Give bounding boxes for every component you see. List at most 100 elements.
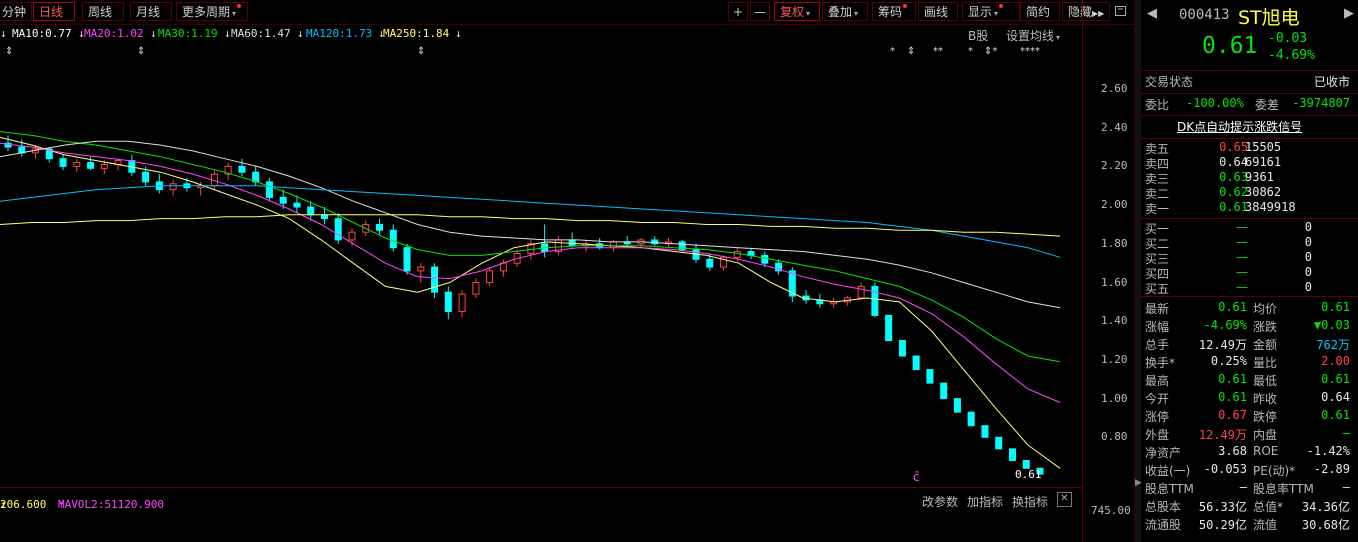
candle[interactable]	[857, 282, 865, 300]
event-marker-icon[interactable]: ⇕	[907, 46, 915, 57]
candle[interactable]	[995, 436, 1003, 450]
candle[interactable]	[967, 411, 975, 427]
candle[interactable]	[472, 278, 480, 298]
candle[interactable]	[885, 314, 893, 342]
close-icon[interactable]: ✕	[1057, 492, 1072, 507]
stat-value: 56.33亿	[1198, 500, 1247, 514]
order-book-buy-row[interactable]: 买三 —0	[1141, 250, 1358, 266]
candle[interactable]	[926, 369, 934, 384]
candle[interactable]	[788, 267, 796, 302]
tab-monthly[interactable]: 月线	[130, 2, 172, 21]
candle[interactable]	[802, 290, 810, 304]
candle[interactable]	[155, 174, 163, 194]
stat-label: 内盘	[1253, 428, 1278, 442]
event-marker-icon[interactable]: ****	[1020, 46, 1040, 57]
order-book-sell-row[interactable]: 卖三 0.63 9361	[1141, 170, 1358, 186]
quote-stat-row: 涨幅 -4.69% 涨跌 ▼0.03	[1141, 318, 1358, 335]
order-book-buy-row[interactable]: 买五 — 0	[1141, 280, 1358, 296]
candle[interactable]	[554, 236, 562, 256]
price-axis: 2.60 2.40 2.20 2.00 1.80 1.60 1.40 1.20 1.00 0.80…	[1082, 0, 1135, 542]
chips-button[interactable]: 筹码	[872, 2, 916, 21]
next-stock-icon[interactable]: ▶	[1344, 6, 1354, 21]
candle[interactable]	[376, 218, 384, 235]
candle[interactable]	[1008, 448, 1016, 462]
candle[interactable]	[128, 154, 136, 177]
order-book-buy-row[interactable]: 买四 —0	[1141, 265, 1358, 281]
stat-label: 量比	[1253, 356, 1278, 370]
tab-weekly[interactable]: 周线	[82, 2, 124, 21]
order-book-sell-row[interactable]: 卖五 0.65 15505	[1141, 140, 1358, 156]
event-marker-icon[interactable]: ⇕	[137, 46, 145, 57]
event-marker-icon[interactable]: *	[890, 46, 895, 57]
level-price: —	[1236, 220, 1248, 234]
candle[interactable]	[252, 166, 260, 186]
adjust-button[interactable]: 复权 ▾	[774, 2, 820, 21]
button-label: 筹码	[878, 5, 903, 19]
candle[interactable]	[940, 382, 948, 400]
candle[interactable]	[871, 282, 879, 318]
candle[interactable]	[334, 212, 342, 244]
candle[interactable]	[981, 425, 989, 438]
event-marker-icon[interactable]: *	[968, 46, 973, 57]
display-button[interactable]: 显示 ▾	[962, 2, 1020, 21]
candle[interactable]	[816, 294, 824, 308]
level-volume: 3849918	[1245, 200, 1296, 214]
event-marker-icon[interactable]: ⇕	[5, 46, 13, 57]
candle[interactable]	[486, 267, 494, 287]
edit-params-button[interactable]: 改参数	[922, 493, 958, 510]
candle[interactable]	[623, 236, 631, 246]
ma-settings-button[interactable]: 设置均线 ▾	[1006, 27, 1060, 44]
candle[interactable]	[389, 224, 397, 252]
event-marker-icon[interactable]: ⇕*	[984, 46, 997, 57]
order-book-buy-row[interactable]: 买二 —0	[1141, 235, 1358, 251]
tab-minute[interactable]: 分钟	[0, 2, 32, 21]
candle[interactable]	[444, 286, 452, 320]
candle[interactable]	[747, 247, 755, 260]
order-book-sell-row[interactable]: 卖一 0.61 3849918	[1141, 200, 1358, 216]
tab-more-periods[interactable]: 更多周期 ▾	[176, 2, 248, 21]
candle[interactable]	[431, 263, 439, 298]
candle[interactable]	[830, 297, 838, 308]
event-marker-icon[interactable]: **	[933, 46, 943, 57]
candle[interactable]	[912, 355, 920, 371]
simple-button[interactable]: 简约	[1020, 2, 1060, 21]
zoom-out-button[interactable]: —	[750, 2, 770, 21]
order-book-sell-row[interactable]: 卖四 0.64 69161	[1141, 155, 1358, 171]
weicha-label: 委差	[1255, 98, 1280, 112]
candle[interactable]	[73, 158, 81, 173]
tab-daily[interactable]: 日线	[33, 2, 75, 21]
order-book-sell-row[interactable]: 卖二 0.62 30862	[1141, 185, 1358, 201]
stat-label: 跌停	[1253, 410, 1278, 424]
candle[interactable]	[169, 179, 177, 196]
candle[interactable]	[224, 162, 232, 180]
candle[interactable]	[458, 290, 466, 318]
candle[interactable]	[417, 263, 425, 283]
overlay-button[interactable]: 叠加 ▾	[822, 2, 868, 21]
candle[interactable]	[775, 259, 783, 275]
candlestick-chart[interactable]: 0.61 ĉ	[0, 60, 1082, 485]
add-indicator-button[interactable]: 加指标	[967, 493, 1003, 510]
candle[interactable]	[59, 154, 67, 171]
signal-marker-icon[interactable]: ĉ	[913, 470, 920, 484]
draw-line-button[interactable]: 画线	[918, 2, 958, 21]
change-indicator-button[interactable]: 换指标	[1012, 493, 1048, 510]
stat-label: 净资产	[1145, 446, 1182, 460]
candle[interactable]	[307, 201, 315, 221]
candle[interactable]	[265, 178, 273, 202]
candle[interactable]	[4, 135, 12, 151]
stat-label: PE(动)*	[1253, 464, 1296, 478]
candle[interactable]	[953, 398, 961, 413]
candle[interactable]	[720, 255, 728, 271]
prev-stock-icon[interactable]: ◀	[1147, 6, 1157, 21]
candle[interactable]	[403, 243, 411, 275]
dk-signal-link[interactable]: DK点自动提示涨跌信号	[1141, 118, 1358, 135]
candle[interactable]	[898, 340, 906, 357]
order-book-buy-row[interactable]: 买一 —0	[1141, 220, 1358, 236]
b-share-button[interactable]: B股	[968, 27, 988, 44]
candle[interactable]	[238, 158, 246, 177]
event-marker-icon[interactable]: ⇕	[417, 46, 425, 57]
level-label: 买五	[1145, 282, 1170, 296]
zoom-in-button[interactable]: +	[728, 2, 748, 21]
candle[interactable]	[651, 236, 659, 246]
button-label: 显示	[968, 5, 993, 19]
